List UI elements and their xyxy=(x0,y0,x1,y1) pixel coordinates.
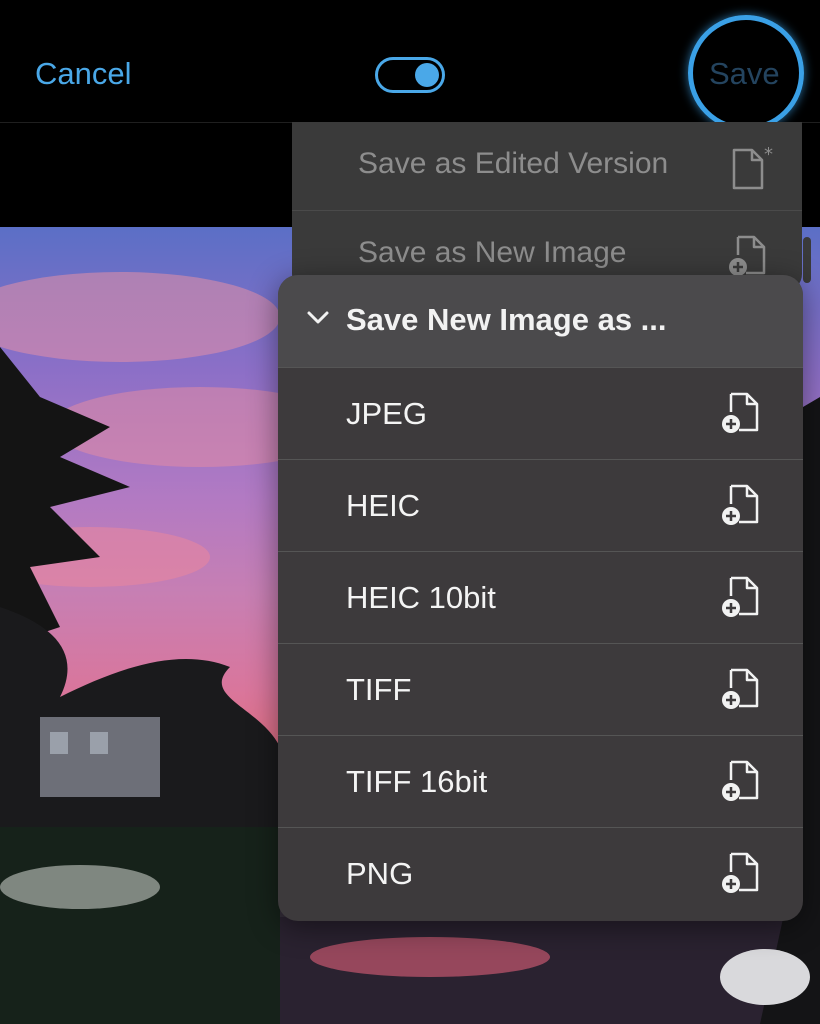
format-option-label: PNG xyxy=(346,856,414,891)
submenu-title: Save New Image as ... xyxy=(346,302,667,337)
cancel-button[interactable]: Cancel xyxy=(35,56,132,92)
format-option-heic-10bit[interactable]: HEIC 10bit xyxy=(278,551,803,644)
format-option-png[interactable]: PNG xyxy=(278,827,803,920)
format-option-tiff-16bit[interactable]: TIFF 16bit xyxy=(278,735,803,828)
menu-scroll-indicator xyxy=(803,237,811,283)
svg-text:*: * xyxy=(764,144,773,165)
live-toggle[interactable] xyxy=(375,57,445,93)
format-option-tiff[interactable]: TIFF xyxy=(278,643,803,736)
save-button[interactable]: Save xyxy=(709,56,780,92)
document-edited-icon: * xyxy=(726,144,774,197)
document-add-icon xyxy=(719,390,767,443)
toggle-knob xyxy=(415,63,439,87)
format-option-label: JPEG xyxy=(346,396,427,431)
submenu-header[interactable]: Save New Image as ... xyxy=(278,275,803,367)
format-option-heic[interactable]: HEIC xyxy=(278,459,803,552)
format-option-jpeg[interactable]: JPEG xyxy=(278,367,803,460)
save-as-edited-version-item[interactable]: Save as Edited Version * xyxy=(292,122,802,210)
menu-item-label: Save as Edited Version xyxy=(358,147,669,180)
document-add-icon xyxy=(719,758,767,811)
top-toolbar: Cancel Save xyxy=(0,0,820,131)
menu-item-label: Save as New Image xyxy=(358,236,627,269)
document-add-icon xyxy=(719,850,767,903)
format-option-label: TIFF xyxy=(346,672,412,707)
document-add-icon xyxy=(719,666,767,719)
save-new-image-format-submenu: Save New Image as ... JPEG HEIC HEIC 10bit… xyxy=(278,275,803,921)
format-option-label: HEIC xyxy=(346,488,421,523)
format-option-label: TIFF 16bit xyxy=(346,764,488,799)
chevron-down-icon xyxy=(306,310,330,331)
format-option-label: HEIC 10bit xyxy=(346,580,496,615)
document-add-icon xyxy=(719,574,767,627)
save-options-menu: Save as Edited Version * Save as New Ima… xyxy=(292,122,802,292)
document-add-icon xyxy=(719,482,767,535)
